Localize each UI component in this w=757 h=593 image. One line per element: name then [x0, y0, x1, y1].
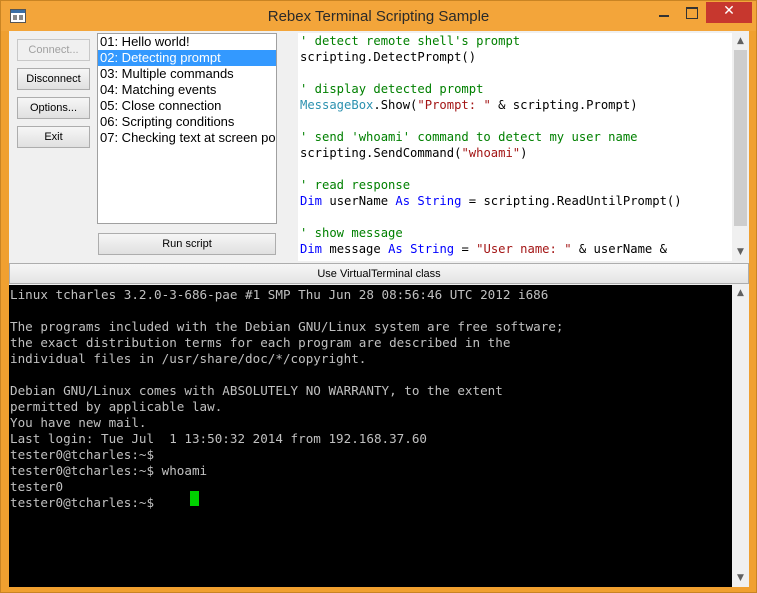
- code-token: String: [417, 194, 462, 208]
- terminal-line: Last login: Tue Jul 1 13:50:32 2014 from…: [10, 431, 428, 446]
- close-icon: ✕: [723, 3, 735, 19]
- script-list-item[interactable]: 04: Matching events: [98, 82, 276, 98]
- code-line: MessageBox.Show("Prompt: " & scripting.P…: [300, 97, 732, 113]
- terminal-line: tester0: [10, 479, 64, 494]
- code-scrollbar[interactable]: ▲ ▼: [732, 33, 749, 261]
- script-list-item[interactable]: 02: Detecting prompt: [98, 50, 276, 66]
- code-token: MessageBox: [300, 98, 374, 112]
- terminal-line: tester0@tcharles:~$ whoami: [10, 463, 208, 478]
- terminal-lines: Linux tcharles 3.2.0-3-686-pae #1 SMP Th…: [10, 287, 564, 511]
- code-token: "Prompt: ": [417, 98, 491, 112]
- maximize-button[interactable]: [678, 2, 704, 23]
- code-token: userName: [322, 194, 396, 208]
- code-token: ' display detected prompt: [300, 82, 484, 96]
- code-line: Dim userName As String = scripting.ReadU…: [300, 193, 732, 209]
- minimize-button[interactable]: [651, 2, 677, 23]
- terminal-cursor: [190, 491, 199, 506]
- app-window: Rebex Terminal Scripting Sample ✕ Connec…: [0, 0, 757, 593]
- code-token: ' show message: [300, 226, 403, 240]
- window-title: Rebex Terminal Scripting Sample: [267, 8, 490, 25]
- client-area: Connect... Disconnect Options... Exit 01…: [9, 31, 749, 587]
- terminal-line: the exact distribution terms for each pr…: [10, 335, 511, 350]
- terminal-screen[interactable]: Linux tcharles 3.2.0-3-686-pae #1 SMP Th…: [9, 285, 749, 587]
- code-token: ): [520, 146, 528, 160]
- terminal-line: You have new mail.: [10, 415, 147, 430]
- terminal-line: permitted by applicable law.: [10, 399, 223, 414]
- terminal-line: tester0@tcharles:~$: [10, 495, 162, 510]
- terminal-line: Linux tcharles 3.2.0-3-686-pae #1 SMP Th…: [10, 287, 549, 302]
- code-token: scripting.SendCommand(: [300, 146, 462, 160]
- code-line: scripting.SendCommand("whoami"): [300, 145, 732, 161]
- code-line: ' show message: [300, 225, 732, 241]
- script-list-item[interactable]: 03: Multiple commands: [98, 66, 276, 82]
- code-token: & scripting.Prompt): [490, 98, 638, 112]
- code-token: As: [388, 242, 403, 256]
- scroll-down-icon[interactable]: ▼: [732, 570, 749, 587]
- script-list-item[interactable]: 01: Hello world!: [98, 34, 276, 50]
- code-token: ' detect remote shell's prompt: [300, 34, 521, 48]
- code-token: scripting.DetectPrompt(): [300, 50, 477, 64]
- code-token: "whoami": [461, 146, 521, 160]
- script-list-item[interactable]: 07: Checking text at screen po: [98, 130, 276, 146]
- code-token: ' send 'whoami' command to detect my use…: [300, 130, 638, 144]
- code-token: "User name: ": [476, 242, 572, 256]
- code-line: ' display detected prompt: [300, 81, 732, 97]
- code-token: Dim: [300, 194, 323, 208]
- code-token: As: [395, 194, 411, 208]
- code-line: ' read response: [300, 177, 732, 193]
- script-list[interactable]: 01: Hello world! 02: Detecting prompt 03: …: [97, 33, 277, 224]
- close-button[interactable]: ✕: [706, 2, 752, 23]
- code-token: = scripting.ReadUntilPrompt(): [461, 194, 682, 208]
- code-token: =: [454, 242, 477, 256]
- code-token: String: [410, 242, 455, 256]
- code-token: Dim: [300, 242, 323, 256]
- terminal-line: tester0@tcharles:~$: [10, 447, 155, 462]
- connect-button[interactable]: Connect...: [17, 39, 90, 61]
- code-line: scripting.DetectPrompt(): [300, 49, 732, 65]
- script-list-item[interactable]: 05: Close connection: [98, 98, 276, 114]
- script-list-item[interactable]: 06: Scripting conditions: [98, 114, 276, 130]
- exit-button[interactable]: Exit: [17, 126, 90, 148]
- code-line: Dim message As String = "User name: " & …: [300, 241, 732, 257]
- code-token: & userName &: [571, 242, 667, 256]
- code-line: ' send 'whoami' command to detect my use…: [300, 129, 732, 145]
- terminal-line: The programs included with the Debian GN…: [10, 319, 564, 334]
- options-button[interactable]: Options...: [17, 97, 90, 119]
- code-editor[interactable]: ' detect remote shell's prompt scripting.…: [298, 33, 749, 261]
- code-line: ' detect remote shell's prompt: [300, 33, 732, 49]
- terminal-line: Debian GNU/Linux comes with ABSOLUTELY N…: [10, 383, 503, 398]
- scroll-up-icon[interactable]: ▲: [732, 33, 749, 50]
- code-scroll-thumb[interactable]: [734, 50, 747, 226]
- scroll-down-icon[interactable]: ▼: [732, 244, 749, 261]
- terminal-line: individual files in /usr/share/doc/*/cop…: [10, 351, 367, 366]
- run-script-button[interactable]: Run script: [98, 233, 276, 255]
- scroll-up-icon[interactable]: ▲: [732, 285, 749, 302]
- terminal-scrollbar[interactable]: ▲ ▼: [732, 285, 749, 587]
- code-token: ' read response: [300, 178, 411, 192]
- disconnect-button[interactable]: Disconnect: [17, 68, 90, 90]
- code-lines: ' detect remote shell's prompt scripting.…: [300, 33, 732, 257]
- code-token: message: [322, 242, 389, 256]
- title-bar[interactable]: Rebex Terminal Scripting Sample ✕: [1, 1, 756, 31]
- code-token: .Show(: [373, 98, 418, 112]
- use-virtualterminal-button[interactable]: Use VirtualTerminal class: [9, 263, 749, 284]
